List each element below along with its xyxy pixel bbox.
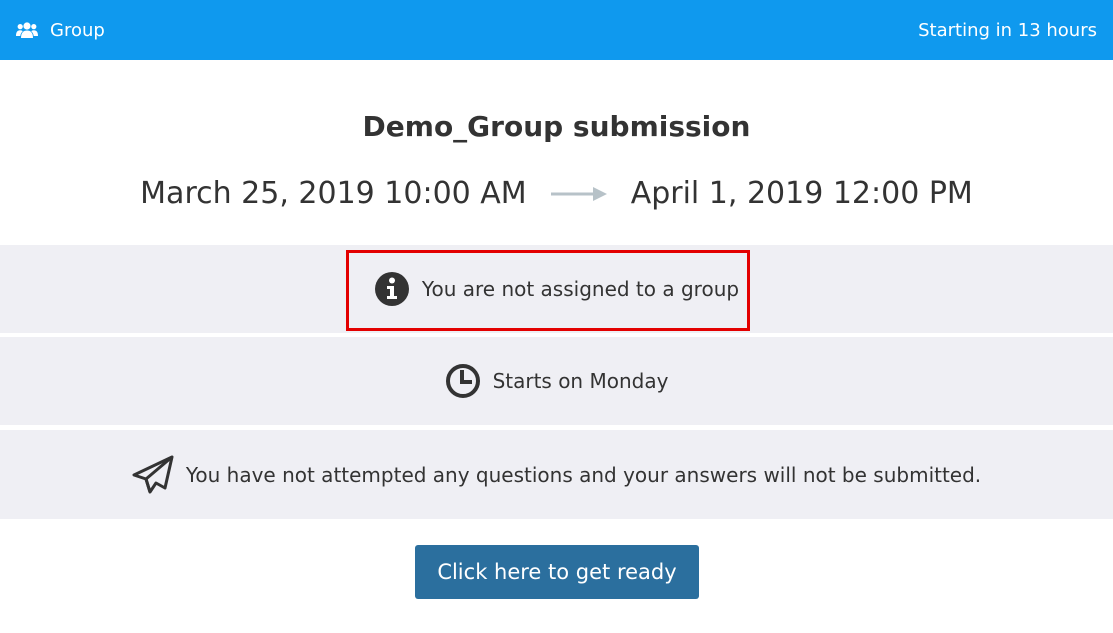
- clock-icon: [445, 363, 481, 399]
- info-circle-icon: [374, 271, 410, 307]
- notice-text: Starts on Monday: [492, 369, 669, 393]
- date-range: March 25, 2019 10:00 AM April 1, 2019 12…: [0, 176, 1113, 211]
- top-bar: Group Starting in 13 hours: [0, 0, 1113, 60]
- notice-text: You have not attempted any questions and…: [185, 462, 982, 487]
- notice-text: You are not assigned to a group: [421, 277, 740, 301]
- end-date: April 1, 2019 12:00 PM: [630, 176, 973, 211]
- page-title: Demo_Group submission: [362, 110, 751, 143]
- get-ready-button[interactable]: Click here to get ready: [415, 545, 699, 599]
- users-icon: [16, 21, 38, 39]
- notice-group-assignment: You are not assigned to a group: [0, 245, 1113, 333]
- group-header[interactable]: Group: [16, 20, 105, 41]
- countdown-status: Starting in 13 hours: [918, 19, 1097, 41]
- paper-plane-icon: [132, 455, 174, 495]
- group-title: Group: [50, 19, 105, 41]
- start-date: March 25, 2019 10:00 AM: [140, 176, 527, 211]
- notice-start-time: Starts on Monday: [0, 337, 1113, 425]
- notice-submission: You have not attempted any questions and…: [0, 430, 1113, 519]
- arrow-right-icon: [549, 184, 609, 204]
